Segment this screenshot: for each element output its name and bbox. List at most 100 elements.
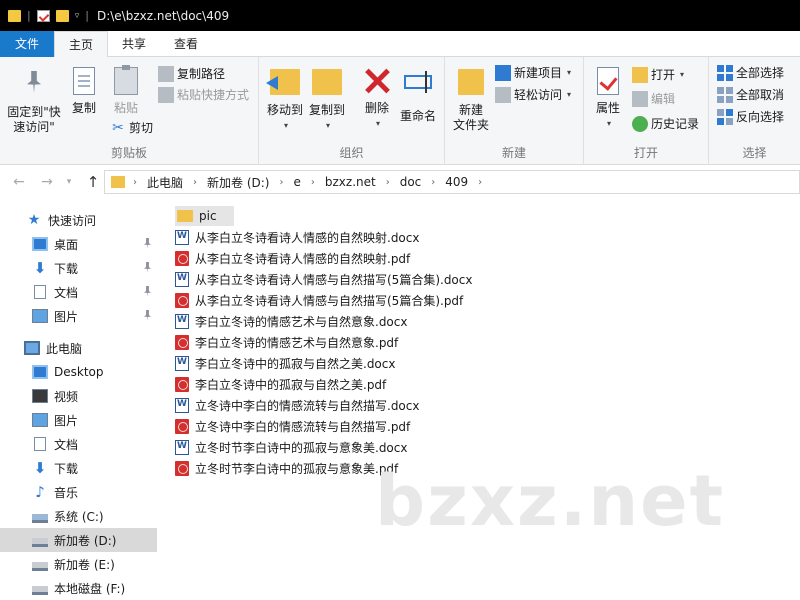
select-none-label: 全部取消 <box>736 88 785 102</box>
breadcrumb-item[interactable]: 此电脑 <box>147 174 183 191</box>
forward-icon[interactable]: → <box>36 174 58 190</box>
select-all-button[interactable]: 全部选择 <box>717 63 784 83</box>
new-item-button[interactable]: 新建项目 ▾ <box>495 63 571 83</box>
clipboard-group: 固定到"快 速访问" 复制 粘贴 复制路径 粘贴快捷方式 ✂ 剪切 剪贴板 <box>0 57 259 165</box>
pictures-icon <box>32 413 48 427</box>
sidebar-item-desktop-pc[interactable]: Desktop <box>0 360 157 384</box>
pin-label-line1: 固定到"快 <box>7 105 61 119</box>
tab-share[interactable]: 共享 <box>108 31 160 57</box>
pdf-icon <box>175 376 189 392</box>
delete-button[interactable]: 删除 ▾ <box>359 67 395 131</box>
sidebar-item-drive-e[interactable]: 新加卷 (E:) <box>0 552 157 576</box>
easy-access-button[interactable]: 轻松访问 ▾ <box>495 85 571 105</box>
paste-button[interactable]: 粘贴 <box>108 65 144 116</box>
sidebar-item-label: 新加卷 (E:) <box>54 557 115 572</box>
cut-button[interactable]: ✂ 剪切 <box>110 118 153 138</box>
new-folder-button[interactable]: 新建 文件夹 <box>451 67 491 133</box>
list-item[interactable]: 从李白立冬诗看诗人情感的自然映射.docx <box>175 227 423 247</box>
back-icon[interactable]: ← <box>8 174 30 190</box>
list-item-folder[interactable]: pic <box>175 206 234 226</box>
chevron-down-icon: ▾ <box>375 119 380 128</box>
sidebar-item-pictures[interactable]: 图片 <box>0 304 157 328</box>
sidebar-item-label: 桌面 <box>54 237 79 252</box>
word-document-icon <box>175 397 189 413</box>
breadcrumb-item[interactable]: 409 <box>445 175 468 189</box>
select-none-button[interactable]: 全部取消 <box>717 85 784 105</box>
sidebar-item-videos[interactable]: 视频 <box>0 384 157 408</box>
copy-path-button[interactable]: 复制路径 <box>158 64 225 84</box>
list-item[interactable]: 从李白立冬诗看诗人情感与自然描写(5篇合集).pdf <box>175 290 467 310</box>
new-folder-label-line2: 文件夹 <box>452 118 489 132</box>
tab-home[interactable]: 主页 <box>54 31 109 58</box>
new-folder-icon[interactable] <box>55 9 69 22</box>
up-icon[interactable]: ↑ <box>82 173 104 191</box>
tab-view[interactable]: 查看 <box>160 31 212 57</box>
chevron-right-icon[interactable]: › <box>279 177 283 188</box>
open-button[interactable]: 打开 ▾ <box>632 65 684 85</box>
copy-button[interactable]: 复制 <box>66 67 102 116</box>
list-item[interactable]: 立冬诗中李白的情感流转与自然描写.docx <box>175 395 423 415</box>
chevron-right-icon[interactable]: › <box>431 177 435 188</box>
rename-button[interactable]: 重命名 <box>397 67 439 124</box>
breadcrumb-item[interactable]: 新加卷 (D:) <box>207 174 269 191</box>
invert-selection-button[interactable]: 反向选择 <box>717 107 784 127</box>
word-document-icon <box>175 439 189 455</box>
move-to-label: 移动到 <box>266 103 303 117</box>
sidebar-item-quick-access[interactable]: ★ 快速访问 <box>0 208 157 232</box>
select-all-label: 全部选择 <box>736 66 785 80</box>
breadcrumb-item[interactable]: bzxz.net <box>325 175 376 189</box>
new-folder-icon <box>458 69 484 95</box>
chevron-right-icon[interactable]: › <box>478 177 482 188</box>
sidebar-item-downloads[interactable]: ⬇ 下载 <box>0 256 157 280</box>
tab-file[interactable]: 文件 <box>0 31 55 57</box>
ribbon-tabs: 文件 主页 共享 查看 <box>0 31 800 58</box>
list-item[interactable]: 立冬诗中李白的情感流转与自然描写.pdf <box>175 416 414 436</box>
address-bar[interactable]: › 此电脑 › 新加卷 (D:) › e › bzxz.net › doc › … <box>104 170 800 194</box>
folder-icon <box>177 210 193 222</box>
list-item[interactable]: 立冬时节李白诗中的孤寂与意象美.pdf <box>175 458 402 478</box>
select-group-label: 选择 <box>742 146 767 160</box>
chevron-right-icon[interactable]: › <box>133 177 137 188</box>
recent-locations-icon[interactable]: ▾ <box>58 177 80 187</box>
navigation-pane: ★ 快速访问 桌面 ⬇ 下载 文档 图片 此电脑 Desktop 视频 图片 文… <box>0 206 157 600</box>
properties-button[interactable]: 属性 ▾ <box>590 67 626 131</box>
list-item[interactable]: 李白立冬诗中的孤寂与自然之美.pdf <box>175 374 390 394</box>
list-item[interactable]: 从李白立冬诗看诗人情感的自然映射.pdf <box>175 248 414 268</box>
file-name: 从李白立冬诗看诗人情感与自然描写(5篇合集).pdf <box>195 293 464 308</box>
list-item[interactable]: 李白立冬诗的情感艺术与自然意象.docx <box>175 311 411 331</box>
chevron-right-icon[interactable]: › <box>193 177 197 188</box>
star-icon: ★ <box>27 212 41 228</box>
word-document-icon <box>175 355 189 371</box>
list-item[interactable]: 李白立冬诗的情感艺术与自然意象.pdf <box>175 332 402 352</box>
sidebar-item-documents-pc[interactable]: 文档 <box>0 432 157 456</box>
copy-to-button[interactable]: 复制到 ▾ <box>307 67 347 133</box>
sidebar-item-downloads-pc[interactable]: ⬇ 下载 <box>0 456 157 480</box>
customize-toolbar-icon[interactable]: ▿ <box>75 11 80 21</box>
paste-shortcut-button[interactable]: 粘贴快捷方式 <box>158 85 249 105</box>
breadcrumb-item[interactable]: e <box>293 175 300 189</box>
file-name: 李白立冬诗的情感艺术与自然意象.docx <box>195 314 408 329</box>
sidebar-item-music[interactable]: ♪ 音乐 <box>0 480 157 504</box>
list-item[interactable]: 立冬时节李白诗中的孤寂与意象美.docx <box>175 437 411 457</box>
properties-icon[interactable] <box>36 9 50 22</box>
sidebar-item-drive-c[interactable]: 系统 (C:) <box>0 504 157 528</box>
sidebar-item-drive-d[interactable]: 新加卷 (D:) <box>0 528 157 552</box>
chevron-right-icon[interactable]: › <box>386 177 390 188</box>
separator: | <box>27 9 31 22</box>
drive-icon <box>32 561 48 571</box>
sidebar-item-this-pc[interactable]: 此电脑 <box>0 336 157 360</box>
sidebar-item-documents[interactable]: 文档 <box>0 280 157 304</box>
pin-to-quick-access-button[interactable]: 固定到"快 速访问" <box>4 67 64 135</box>
sidebar-item-pictures-pc[interactable]: 图片 <box>0 408 157 432</box>
chevron-right-icon[interactable]: › <box>311 177 315 188</box>
list-item[interactable]: 从李白立冬诗看诗人情感与自然描写(5篇合集).docx <box>175 269 476 289</box>
list-item[interactable]: 李白立冬诗中的孤寂与自然之美.docx <box>175 353 399 373</box>
sidebar-item-drive-f[interactable]: 本地磁盘 (F:) <box>0 576 157 600</box>
move-to-button[interactable]: 移动到 ▾ <box>265 67 305 133</box>
breadcrumb-item[interactable]: doc <box>400 175 422 189</box>
sidebar-item-desktop[interactable]: 桌面 <box>0 232 157 256</box>
chevron-down-icon: ▾ <box>680 70 685 79</box>
document-icon <box>34 285 46 299</box>
history-button[interactable]: 历史记录 <box>632 114 699 134</box>
edit-button[interactable]: 编辑 <box>632 89 675 109</box>
